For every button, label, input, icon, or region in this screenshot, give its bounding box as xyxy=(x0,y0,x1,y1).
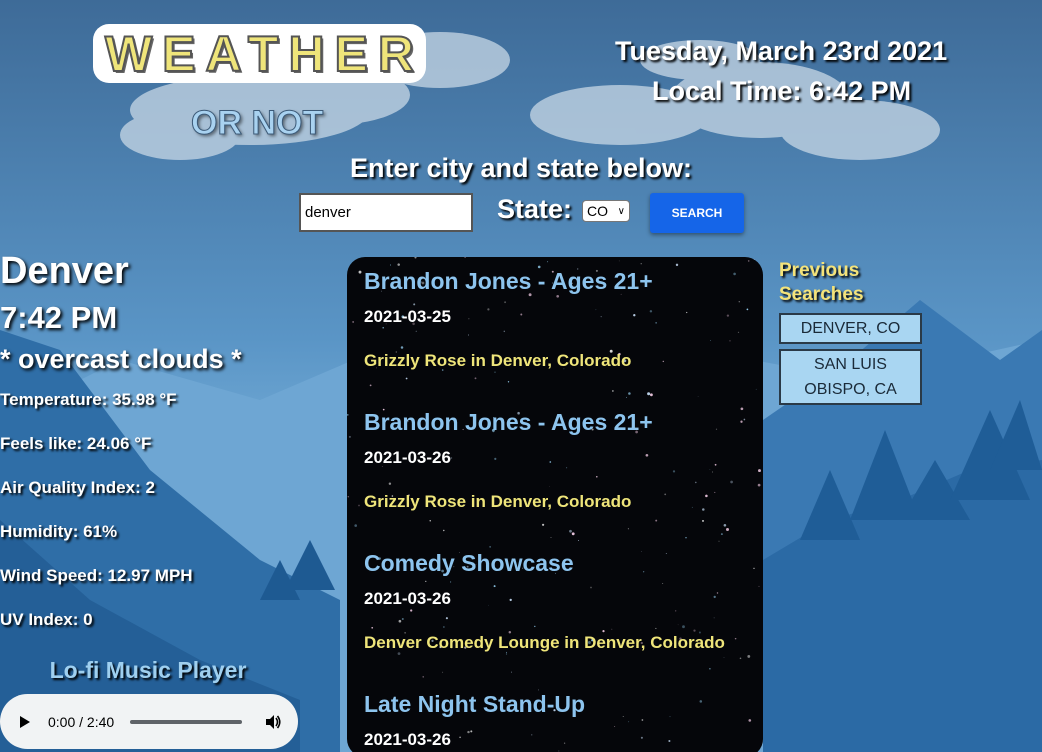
previous-searches-title: Previous Searches xyxy=(779,259,864,307)
event-title: Brandon Jones - Ages 21+ xyxy=(364,409,653,435)
current-date: Tuesday, March 23rd 2021 xyxy=(615,36,948,66)
chevron-down-icon: ∨ xyxy=(617,205,625,217)
event-venue: Grizzly Rose in Denver, Colorado xyxy=(364,492,632,511)
search-button[interactable]: SEARCH xyxy=(650,193,744,233)
feels-like-stat: Feels like: 24.06 °F xyxy=(0,434,152,453)
state-label: State: xyxy=(497,194,573,224)
event-date: 2021-03-26 xyxy=(364,589,451,608)
logo-subtitle: OR NOT xyxy=(190,104,324,143)
state-selected-value: CO xyxy=(587,203,608,219)
temperature-stat: Temperature: 35.98 °F xyxy=(0,390,177,409)
play-icon[interactable] xyxy=(20,715,30,728)
weather-description: * overcast clouds * xyxy=(0,344,242,374)
previous-title-line1: Previous xyxy=(779,260,860,281)
humidity-stat: Humidity: 61% xyxy=(0,522,118,541)
previous-title-line2: Searches xyxy=(779,284,864,305)
logo: WEATHER xyxy=(93,24,426,83)
volume-icon[interactable] xyxy=(264,713,282,731)
air-quality-stat: Air Quality Index: 2 xyxy=(0,478,155,497)
event-title: Late Night Stand-Up xyxy=(364,691,586,717)
previous-search-button[interactable]: SAN LUIS OBISPO, CA xyxy=(779,349,922,405)
events-panel: Brandon Jones - Ages 21+ 2021-03-25 Griz… xyxy=(347,257,763,752)
city-input[interactable] xyxy=(299,193,473,232)
music-player-title: Lo-fi Music Player xyxy=(49,657,247,683)
local-time: Local Time: 6:42 PM xyxy=(652,76,912,106)
event-date: 2021-03-25 xyxy=(364,307,451,326)
weather-time: 7:42 PM xyxy=(0,300,118,335)
uv-index-stat: UV Index: 0 xyxy=(0,610,93,629)
event-venue: Grizzly Rose in Denver, Colorado xyxy=(364,351,632,370)
event-venue: Denver Comedy Lounge in Denver, Colorado xyxy=(364,633,725,652)
weather-city: Denver xyxy=(0,250,129,292)
event-date: 2021-03-26 xyxy=(364,448,451,467)
previous-search-button[interactable]: DENVER, CO xyxy=(779,313,922,344)
logo-text: WEATHER xyxy=(104,25,425,83)
event-title: Comedy Showcase xyxy=(364,550,574,576)
event-date: 2021-03-26 xyxy=(364,730,451,749)
search-prompt: Enter city and state below: xyxy=(349,153,693,183)
audio-progress-bar[interactable] xyxy=(130,719,243,724)
state-select[interactable]: CO ∨ xyxy=(582,200,630,222)
audio-time: 0:00 / 2:40 xyxy=(48,713,115,730)
event-title: Brandon Jones - Ages 21+ xyxy=(364,268,653,294)
audio-player: 0:00 / 2:40 xyxy=(0,694,298,749)
wind-speed-stat: Wind Speed: 12.97 MPH xyxy=(0,566,193,585)
